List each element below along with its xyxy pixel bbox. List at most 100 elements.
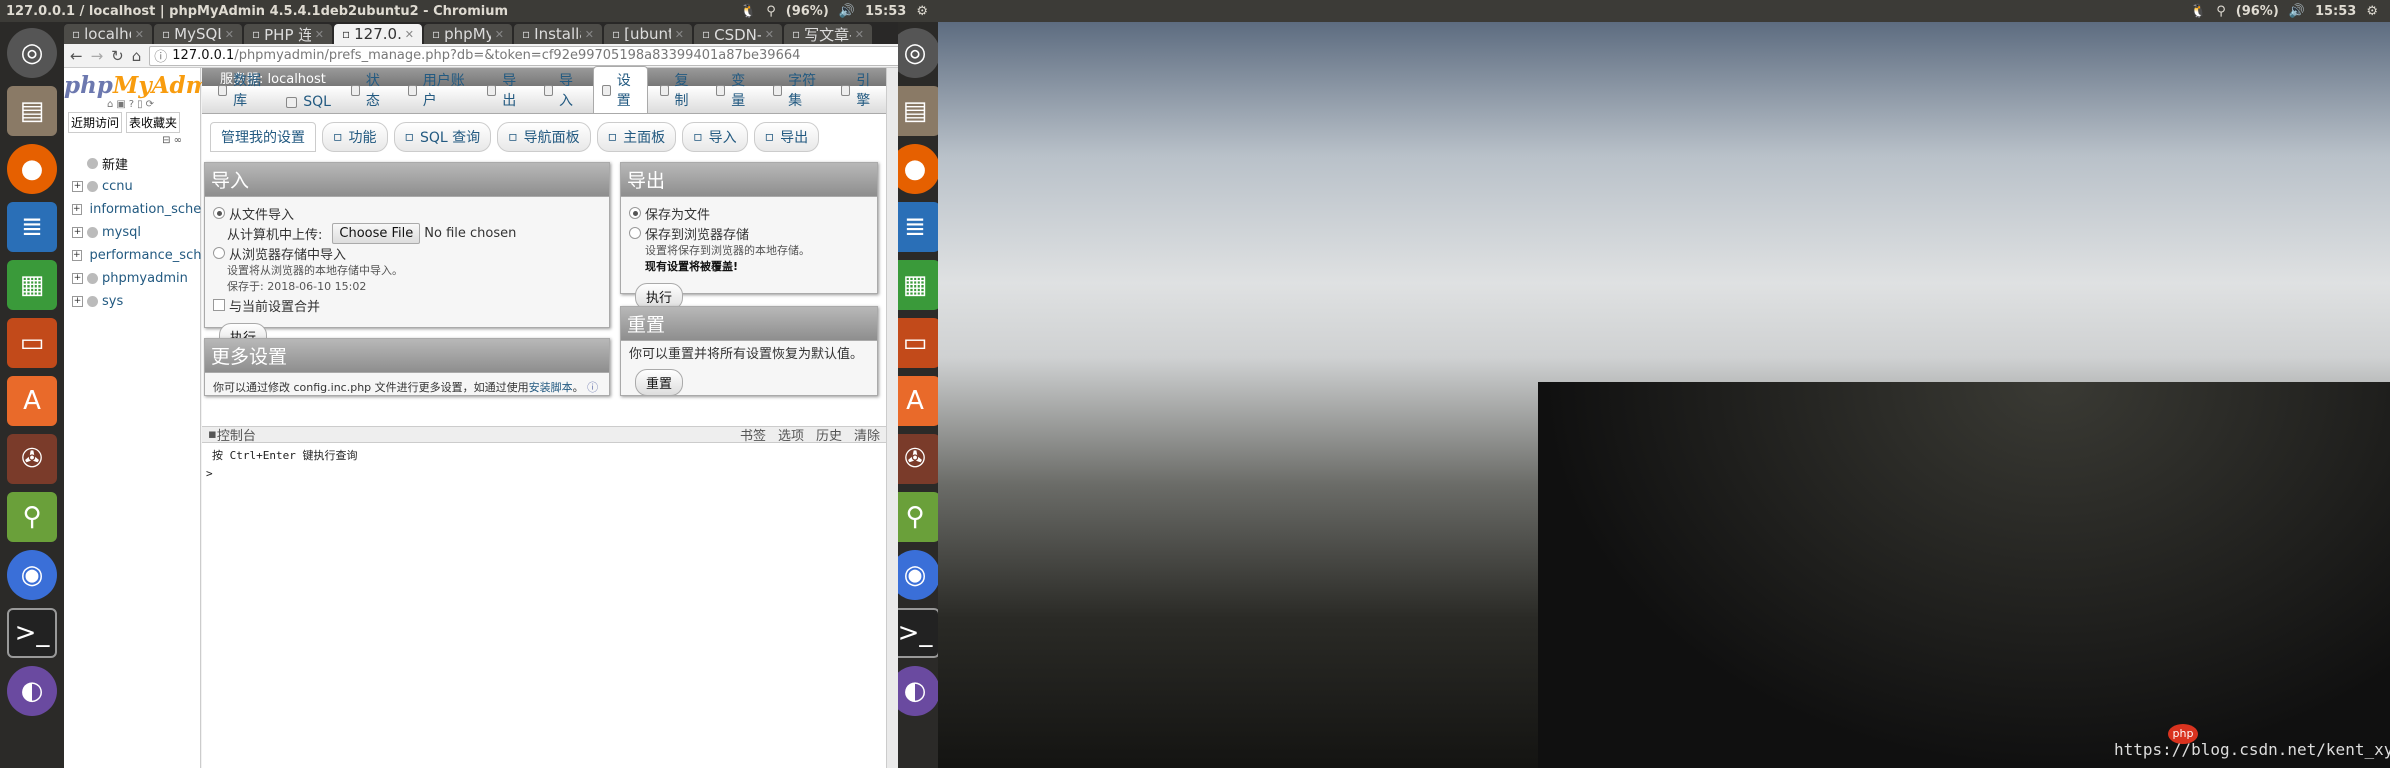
menu-tab-7[interactable]: 复制	[652, 67, 705, 113]
files-icon[interactable]: ▤	[898, 86, 938, 136]
menu-tab-0[interactable]: 数据库	[210, 67, 274, 113]
menu-tab-3[interactable]: 用户账户	[400, 67, 476, 113]
reset-button[interactable]: 重置	[635, 369, 684, 396]
submenu-item-3[interactable]: ▫ 导航面板	[497, 122, 591, 152]
gear-icon[interactable]: ⚙	[916, 4, 928, 19]
calc-icon[interactable]: ▦	[7, 260, 57, 310]
tab-8[interactable]: ▫写文章-CSD ✕	[784, 24, 872, 44]
tab-0[interactable]: ▫localhost/p ✕	[64, 24, 152, 44]
wifi-icon[interactable]: ⚲	[766, 4, 776, 19]
menu-tab-5[interactable]: 导入	[536, 67, 589, 113]
console-action[interactable]: 选项	[778, 425, 804, 444]
volume-icon[interactable]: 🔊	[839, 4, 855, 19]
back-icon[interactable]: ←	[70, 47, 83, 65]
tab-close-icon[interactable]: ✕	[405, 28, 414, 41]
tab-close-icon[interactable]: ✕	[855, 28, 864, 41]
tree-item[interactable]: + ccnu	[64, 175, 200, 198]
reload-icon[interactable]: ↻	[111, 47, 124, 65]
tree-item[interactable]: + information_schema	[64, 198, 222, 221]
tux-icon[interactable]: 🐧	[740, 4, 756, 19]
tab-close-icon[interactable]: ✕	[225, 28, 234, 41]
console-prompt[interactable]: >	[202, 467, 886, 480]
submenu-item-2[interactable]: ▫ SQL 查询	[393, 122, 492, 152]
tree-item[interactable]: + sys	[64, 290, 200, 313]
clock[interactable]: 15:53	[2315, 4, 2356, 19]
expand-icon[interactable]: +	[72, 296, 83, 307]
tree-item[interactable]: + mysql	[64, 221, 200, 244]
save-file-radio[interactable]	[629, 207, 641, 219]
tab-close-icon[interactable]: ✕	[765, 28, 774, 41]
favorites-tab[interactable]: 表收藏夹	[126, 112, 181, 133]
collapse-link-icons[interactable]: ⊟ ∞	[64, 135, 200, 146]
tab-close-icon[interactable]: ✕	[315, 28, 324, 41]
tree-item[interactable]: + phpmyadmin	[64, 267, 200, 290]
software-center-icon[interactable]: A	[898, 376, 938, 426]
system-tray[interactable]: 🐧 ⚲ (96%) 🔊 15:53 ⚙	[740, 4, 938, 19]
address-bar[interactable]: ⓘ 127.0.0.1 /phpmyadmin/prefs_manage.php…	[149, 45, 898, 66]
ubuntu-dash-icon[interactable]: ◎	[898, 28, 938, 78]
writer-icon[interactable]: ≣	[7, 202, 57, 252]
tab-5[interactable]: ▫Installatio ✕	[514, 24, 602, 44]
tab-6[interactable]: ▫[ubuntu] P ✕	[604, 24, 692, 44]
tab-close-icon[interactable]: ✕	[585, 28, 594, 41]
tab-7[interactable]: ▫CSDN-专业 ✕	[694, 24, 782, 44]
home-icon[interactable]: ⌂	[132, 47, 142, 65]
console-action[interactable]: 书签	[740, 425, 766, 444]
tab-2[interactable]: ▫PHP 连接 M ✕	[244, 24, 332, 44]
pma-logo[interactable]: phpMyAdmin	[64, 72, 235, 99]
merge-checkbox[interactable]	[213, 299, 225, 311]
console-bar[interactable]: ▪ 控制台 书签 选项 历史 清除	[202, 425, 886, 444]
submenu-item-4[interactable]: ▫ 主面板	[596, 122, 677, 152]
chromium-icon[interactable]: ◉	[7, 550, 57, 600]
nav-quick-icons[interactable]: ⌂▣?▯⟳	[64, 99, 200, 110]
setup-script-link[interactable]: 安装脚本	[529, 381, 573, 394]
tab-4[interactable]: ▫phpMyAdm ✕	[424, 24, 512, 44]
console-action[interactable]: 历史	[816, 425, 842, 444]
tux-icon[interactable]: 🐧	[2190, 4, 2206, 19]
tab-close-icon[interactable]: ✕	[675, 28, 684, 41]
ubuntu-dash-icon[interactable]: ◎	[7, 28, 57, 78]
tab-close-icon[interactable]: ✕	[135, 28, 144, 41]
volume-icon[interactable]: 🔊	[2289, 4, 2305, 19]
submenu-item-5[interactable]: ▫ 导入	[682, 122, 748, 152]
menu-tab-4[interactable]: 导出	[479, 67, 532, 113]
settings-tools-icon[interactable]: ✇	[898, 434, 938, 484]
android-studio-icon[interactable]: ⚲	[898, 492, 938, 542]
recent-tab[interactable]: 近期访问	[68, 112, 123, 133]
firefox-icon[interactable]: ●	[898, 144, 938, 194]
import-browser-radio[interactable]	[213, 247, 225, 259]
forward-icon[interactable]: →	[91, 47, 104, 65]
tree-item[interactable]: 新建	[64, 152, 200, 175]
eclipse-icon[interactable]: ◐	[898, 666, 938, 716]
expand-icon[interactable]: +	[72, 227, 83, 238]
menu-tab-8[interactable]: 变量	[708, 67, 761, 113]
tab-close-icon[interactable]: ✕	[495, 28, 504, 41]
menu-tab-6[interactable]: 设置	[592, 66, 648, 113]
choose-file-button[interactable]: Choose File	[332, 222, 421, 244]
wifi-icon[interactable]: ⚲	[2216, 4, 2226, 19]
menu-tab-1[interactable]: SQL	[278, 91, 339, 113]
files-icon[interactable]: ▤	[7, 86, 57, 136]
writer-icon[interactable]: ≣	[898, 202, 938, 252]
console-action[interactable]: 清除	[854, 425, 880, 444]
expand-icon[interactable]: +	[72, 181, 83, 192]
terminal-icon[interactable]: >_	[898, 608, 938, 658]
impress-icon[interactable]: ▭	[898, 318, 938, 368]
expand-icon[interactable]: +	[72, 273, 83, 284]
submenu-item-6[interactable]: ▫ 导出	[753, 122, 820, 152]
menu-tab-9[interactable]: 字符集	[765, 67, 829, 113]
menu-tab-10[interactable]: 引擎	[833, 67, 886, 113]
tab-1[interactable]: ▫MySQL Wh ✕	[154, 24, 242, 44]
gear-icon[interactable]: ⚙	[2366, 4, 2378, 19]
android-studio-icon[interactable]: ⚲	[7, 492, 57, 542]
settings-tools-icon[interactable]: ✇	[7, 434, 57, 484]
tab-3[interactable]: ▫127.0.0.1 / l ✕	[334, 24, 422, 44]
eclipse-icon[interactable]: ◐	[7, 666, 57, 716]
battery-text[interactable]: (96%)	[786, 4, 829, 19]
chromium-icon[interactable]: ◉	[898, 550, 938, 600]
battery-text[interactable]: (96%)	[2236, 4, 2279, 19]
import-file-radio[interactable]	[213, 207, 225, 219]
menu-tab-2[interactable]: 状态	[343, 67, 396, 113]
software-center-icon[interactable]: A	[7, 376, 57, 426]
info-icon[interactable]: ⓘ	[154, 46, 167, 65]
